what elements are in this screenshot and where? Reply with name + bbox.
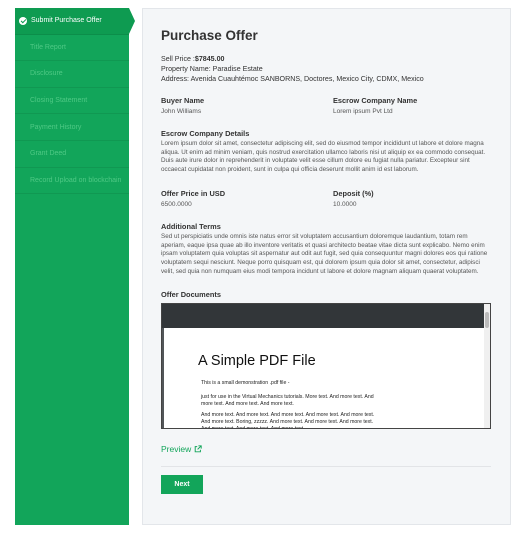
- escrow-details-text: Lorem ipsum dolor sit amet, consectetur …: [161, 140, 486, 174]
- next-button[interactable]: Next: [161, 475, 203, 494]
- preview-label: Preview: [161, 444, 192, 454]
- deposit-value: 10.0000: [333, 201, 357, 208]
- additional-terms-text: Sed ut perspiciatis unde omnis iste natu…: [161, 233, 488, 275]
- preview-link[interactable]: Preview: [161, 444, 202, 454]
- page-title: Purchase Offer: [161, 28, 258, 43]
- offer-price-label: Offer Price in USD: [161, 189, 226, 198]
- pdf-scroll-thumb[interactable]: [485, 312, 489, 328]
- pdf-toolbar: [162, 304, 490, 328]
- step-label: Payment History: [30, 123, 82, 131]
- sell-price-label: Sell Price :: [161, 55, 195, 63]
- step-disclosure[interactable]: Disclosure: [15, 61, 129, 88]
- step-submit-purchase-offer[interactable]: Submit Purchase Offer: [15, 8, 135, 35]
- escrow-details-label: Escrow Company Details: [161, 129, 250, 138]
- property-address: Address: Avenida Cuauhtémoc SANBORNS, Do…: [161, 75, 424, 83]
- escrow-company-name-label: Escrow Company Name: [333, 96, 418, 105]
- pdf-page: A Simple PDF File This is a small demons…: [164, 328, 484, 429]
- property-name: Property Name: Paradise Estate: [161, 65, 263, 73]
- property-info: Sell Price :$7845.00 Property Name: Para…: [161, 54, 424, 84]
- step-label: Disclosure: [30, 70, 63, 78]
- additional-terms-label: Additional Terms: [161, 222, 221, 231]
- pdf-viewer[interactable]: A Simple PDF File This is a small demons…: [161, 303, 491, 429]
- offer-documents-label: Offer Documents: [161, 290, 221, 299]
- step-label: Closing Statement: [30, 97, 88, 105]
- pdf-title: A Simple PDF File: [198, 353, 316, 369]
- purchase-offer-panel: Purchase Offer Sell Price :$7845.00 Prop…: [142, 8, 511, 525]
- pdf-line: And more text. And more text. And more t…: [201, 412, 375, 429]
- step-grant-deed[interactable]: Grant Deed: [15, 141, 129, 168]
- pdf-line: This is a small demonstration .pdf file …: [201, 380, 290, 386]
- steps-sidebar: Submit Purchase Offer Title Report Discl…: [15, 8, 135, 525]
- sell-price-value: $7845.00: [194, 55, 225, 63]
- check-circle-icon: [19, 16, 27, 25]
- step-record-upload[interactable]: Record Upload on blockchain: [15, 168, 129, 195]
- external-link-icon: [194, 445, 202, 453]
- escrow-company-name-value: Lorem ipsum Pvt Ltd: [333, 108, 393, 115]
- buyer-name-label: Buyer Name: [161, 96, 205, 105]
- step-label: Record Upload on blockchain: [30, 176, 122, 184]
- step-label: Title Report: [30, 43, 66, 51]
- offer-price-value: 6500.0000: [161, 201, 192, 208]
- step-label: Submit Purchase Offer: [31, 17, 102, 25]
- step-label: Grant Deed: [30, 150, 67, 158]
- deposit-label: Deposit (%): [333, 189, 374, 198]
- step-closing-statement[interactable]: Closing Statement: [15, 88, 129, 115]
- step-payment-history[interactable]: Payment History: [15, 114, 129, 141]
- buyer-name-value: John Williams: [161, 108, 202, 115]
- pdf-line: just for use in the Virtual Mechanics tu…: [201, 394, 374, 407]
- pdf-scrollbar[interactable]: [484, 304, 490, 428]
- step-title-report[interactable]: Title Report: [15, 35, 129, 62]
- divider: [161, 466, 491, 467]
